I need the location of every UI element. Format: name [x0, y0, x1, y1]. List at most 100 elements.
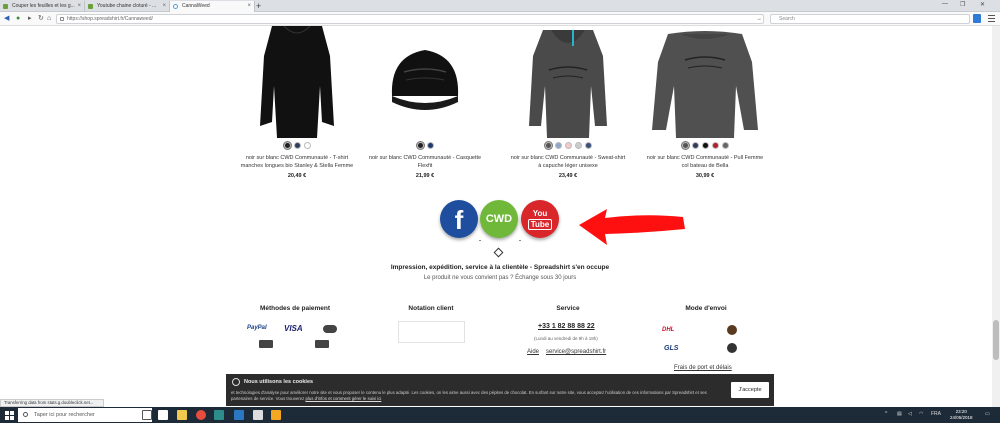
mastercard-icon: [323, 325, 337, 333]
cwd-icon[interactable]: CWD: [480, 200, 518, 238]
firefox-active-icon[interactable]: [214, 410, 224, 420]
product-price: 21,99 €: [415, 173, 435, 179]
product-name[interactable]: noir sur blanc CWD Communauté - T-shirt …: [232, 154, 362, 170]
tab-bar: Couper les feuilles et les g... × Youtub…: [0, 0, 1000, 12]
taskbar-search-input[interactable]: Taper ici pour rechercher: [18, 408, 152, 422]
product-name[interactable]: noir sur blanc CWD Communauté - Sweat-sh…: [503, 154, 633, 170]
phone-link[interactable]: +33 1 82 88 88 22: [538, 323, 595, 330]
service-hours: (Lundi au vendredi de 9h à 18h): [534, 336, 598, 341]
tray-chevron-icon[interactable]: ^: [885, 411, 887, 417]
close-icon[interactable]: ×: [77, 1, 81, 12]
tab-couper-les-feuilles[interactable]: Couper les feuilles et les g... ×: [0, 1, 85, 12]
swatch-dark-grey[interactable]: [721, 142, 729, 149]
product-name[interactable]: noir sur blanc CWD Communauté - Casquett…: [360, 154, 490, 170]
facebook-icon[interactable]: f: [440, 200, 478, 238]
cannabis-favicon-icon: [3, 4, 8, 9]
swatch-navy[interactable]: [426, 142, 434, 149]
language-indicator[interactable]: FRA: [931, 411, 941, 417]
swatch-white[interactable]: [303, 142, 311, 149]
accept-cookies-button[interactable]: J'accepte: [731, 382, 769, 398]
swatch-black[interactable]: [701, 142, 709, 149]
navigation-bar: ◀ ● ▸ ↻ ⌂ https://shop.spreadshirt.fr/Ca…: [0, 12, 1000, 26]
product-image[interactable]: [242, 25, 352, 138]
network-icon[interactable]: ▤: [897, 411, 902, 417]
swatch-grey[interactable]: [544, 142, 552, 149]
microphone-icon[interactable]: [142, 410, 152, 420]
product-image[interactable]: [370, 26, 480, 138]
cookie-info-link[interactable]: plus d'infos et comment gérer le suivi i…: [306, 396, 382, 401]
scrollbar-thumb[interactable]: [993, 320, 999, 360]
tab-cannaweed[interactable]: CannaWeed ×: [170, 1, 255, 12]
cwd-label: CWD: [485, 213, 513, 225]
mail-icon[interactable]: [234, 410, 244, 420]
tab-label: CannaWeed: [182, 3, 210, 9]
forward-icon[interactable]: ▸: [28, 14, 32, 24]
addon-icon[interactable]: ●: [16, 14, 20, 24]
clock-date: 24/05/2018: [950, 415, 973, 420]
notification-icon[interactable]: ▭: [985, 411, 990, 417]
diamond-icon: [493, 247, 504, 258]
swatch-navy[interactable]: [691, 142, 699, 149]
task-view-icon[interactable]: [158, 410, 168, 420]
swatch-light-blue[interactable]: [554, 142, 562, 149]
clock[interactable]: 23:20 24/05/2018: [950, 409, 973, 421]
scrollbar[interactable]: [992, 26, 1000, 407]
search-placeholder: Search: [779, 16, 795, 22]
swatch-navy[interactable]: [293, 142, 301, 149]
volume-icon[interactable]: ◁: [908, 411, 912, 417]
cookie-text: et technologies d'analyse pour améliorer…: [231, 390, 726, 402]
search-input[interactable]: Search: [770, 14, 970, 24]
loading-icon: [173, 4, 178, 9]
product-price: 20,49 €: [287, 173, 307, 179]
swatch-pink[interactable]: [564, 142, 572, 149]
youtube-icon[interactable]: You Tube: [521, 200, 559, 238]
store-icon[interactable]: [253, 410, 263, 420]
swatch-blue[interactable]: [584, 142, 592, 149]
wifi-icon[interactable]: ◠: [919, 411, 923, 417]
url-bar[interactable]: https://shop.spreadshirt.fr/Cannaweed/: [56, 14, 764, 24]
cookie-title: Nous utilisons les cookies: [244, 379, 314, 385]
product-price: 30,99 €: [695, 173, 715, 179]
product-card-cap[interactable]: noir sur blanc CWD Communauté - Casquett…: [360, 26, 490, 179]
extension-icon[interactable]: [973, 14, 981, 23]
amex-icon: [259, 340, 273, 348]
close-icon[interactable]: ×: [247, 1, 251, 12]
chrome-icon[interactable]: [196, 410, 206, 420]
shopping-icon[interactable]: [271, 410, 281, 420]
service-heading: Service: [556, 305, 580, 312]
back-icon[interactable]: ◀: [4, 14, 9, 24]
close-icon[interactable]: ×: [162, 1, 166, 12]
help-link[interactable]: Aide: [527, 349, 539, 355]
go-icon[interactable]: →: [756, 14, 762, 24]
windows-start-icon[interactable]: [5, 411, 14, 420]
restore-icon[interactable]: ❐: [960, 1, 965, 8]
payment-methods-title: Méthodes de paiement: [259, 305, 331, 312]
close-window-icon[interactable]: ✕: [980, 1, 985, 8]
color-swatches: [503, 142, 633, 150]
product-image[interactable]: [513, 26, 623, 138]
tab-youtube-chaine[interactable]: Youtube chaine cloturé - ... ×: [85, 1, 170, 12]
cookie-body: et technologies d'analyse pour améliorer…: [231, 390, 707, 401]
file-explorer-icon[interactable]: [177, 410, 187, 420]
reload-icon[interactable]: ↻: [38, 14, 44, 24]
search-icon: [23, 412, 28, 417]
shipping-costs-link[interactable]: Frais de port et délais: [674, 365, 732, 371]
product-price: 23,49 €: [558, 173, 578, 179]
email-link[interactable]: service@spreadshirt.fr: [546, 349, 606, 355]
swatch-red[interactable]: [711, 142, 719, 149]
new-tab-button[interactable]: +: [256, 1, 261, 11]
swatch-black[interactable]: [283, 142, 291, 149]
swatch-black[interactable]: [416, 142, 424, 149]
swatch-grey[interactable]: [681, 142, 689, 149]
product-image[interactable]: [640, 26, 770, 138]
dhl-logo: DHL: [662, 327, 675, 333]
home-icon[interactable]: ⌂: [47, 14, 51, 24]
rating-widget[interactable]: [398, 321, 465, 343]
product-card-tshirt[interactable]: noir sur blanc CWD Communauté - T-shirt …: [232, 25, 362, 179]
minimize-icon[interactable]: —: [942, 1, 948, 7]
product-card-sweater[interactable]: noir sur blanc CWD Communauté - Pull Fem…: [640, 26, 770, 179]
swatch-light-grey[interactable]: [574, 142, 582, 149]
hamburger-menu-icon[interactable]: [988, 15, 995, 22]
product-card-hoodie[interactable]: noir sur blanc CWD Communauté - Sweat-sh…: [503, 26, 633, 179]
product-name[interactable]: noir sur blanc CWD Communauté - Pull Fem…: [640, 154, 770, 170]
